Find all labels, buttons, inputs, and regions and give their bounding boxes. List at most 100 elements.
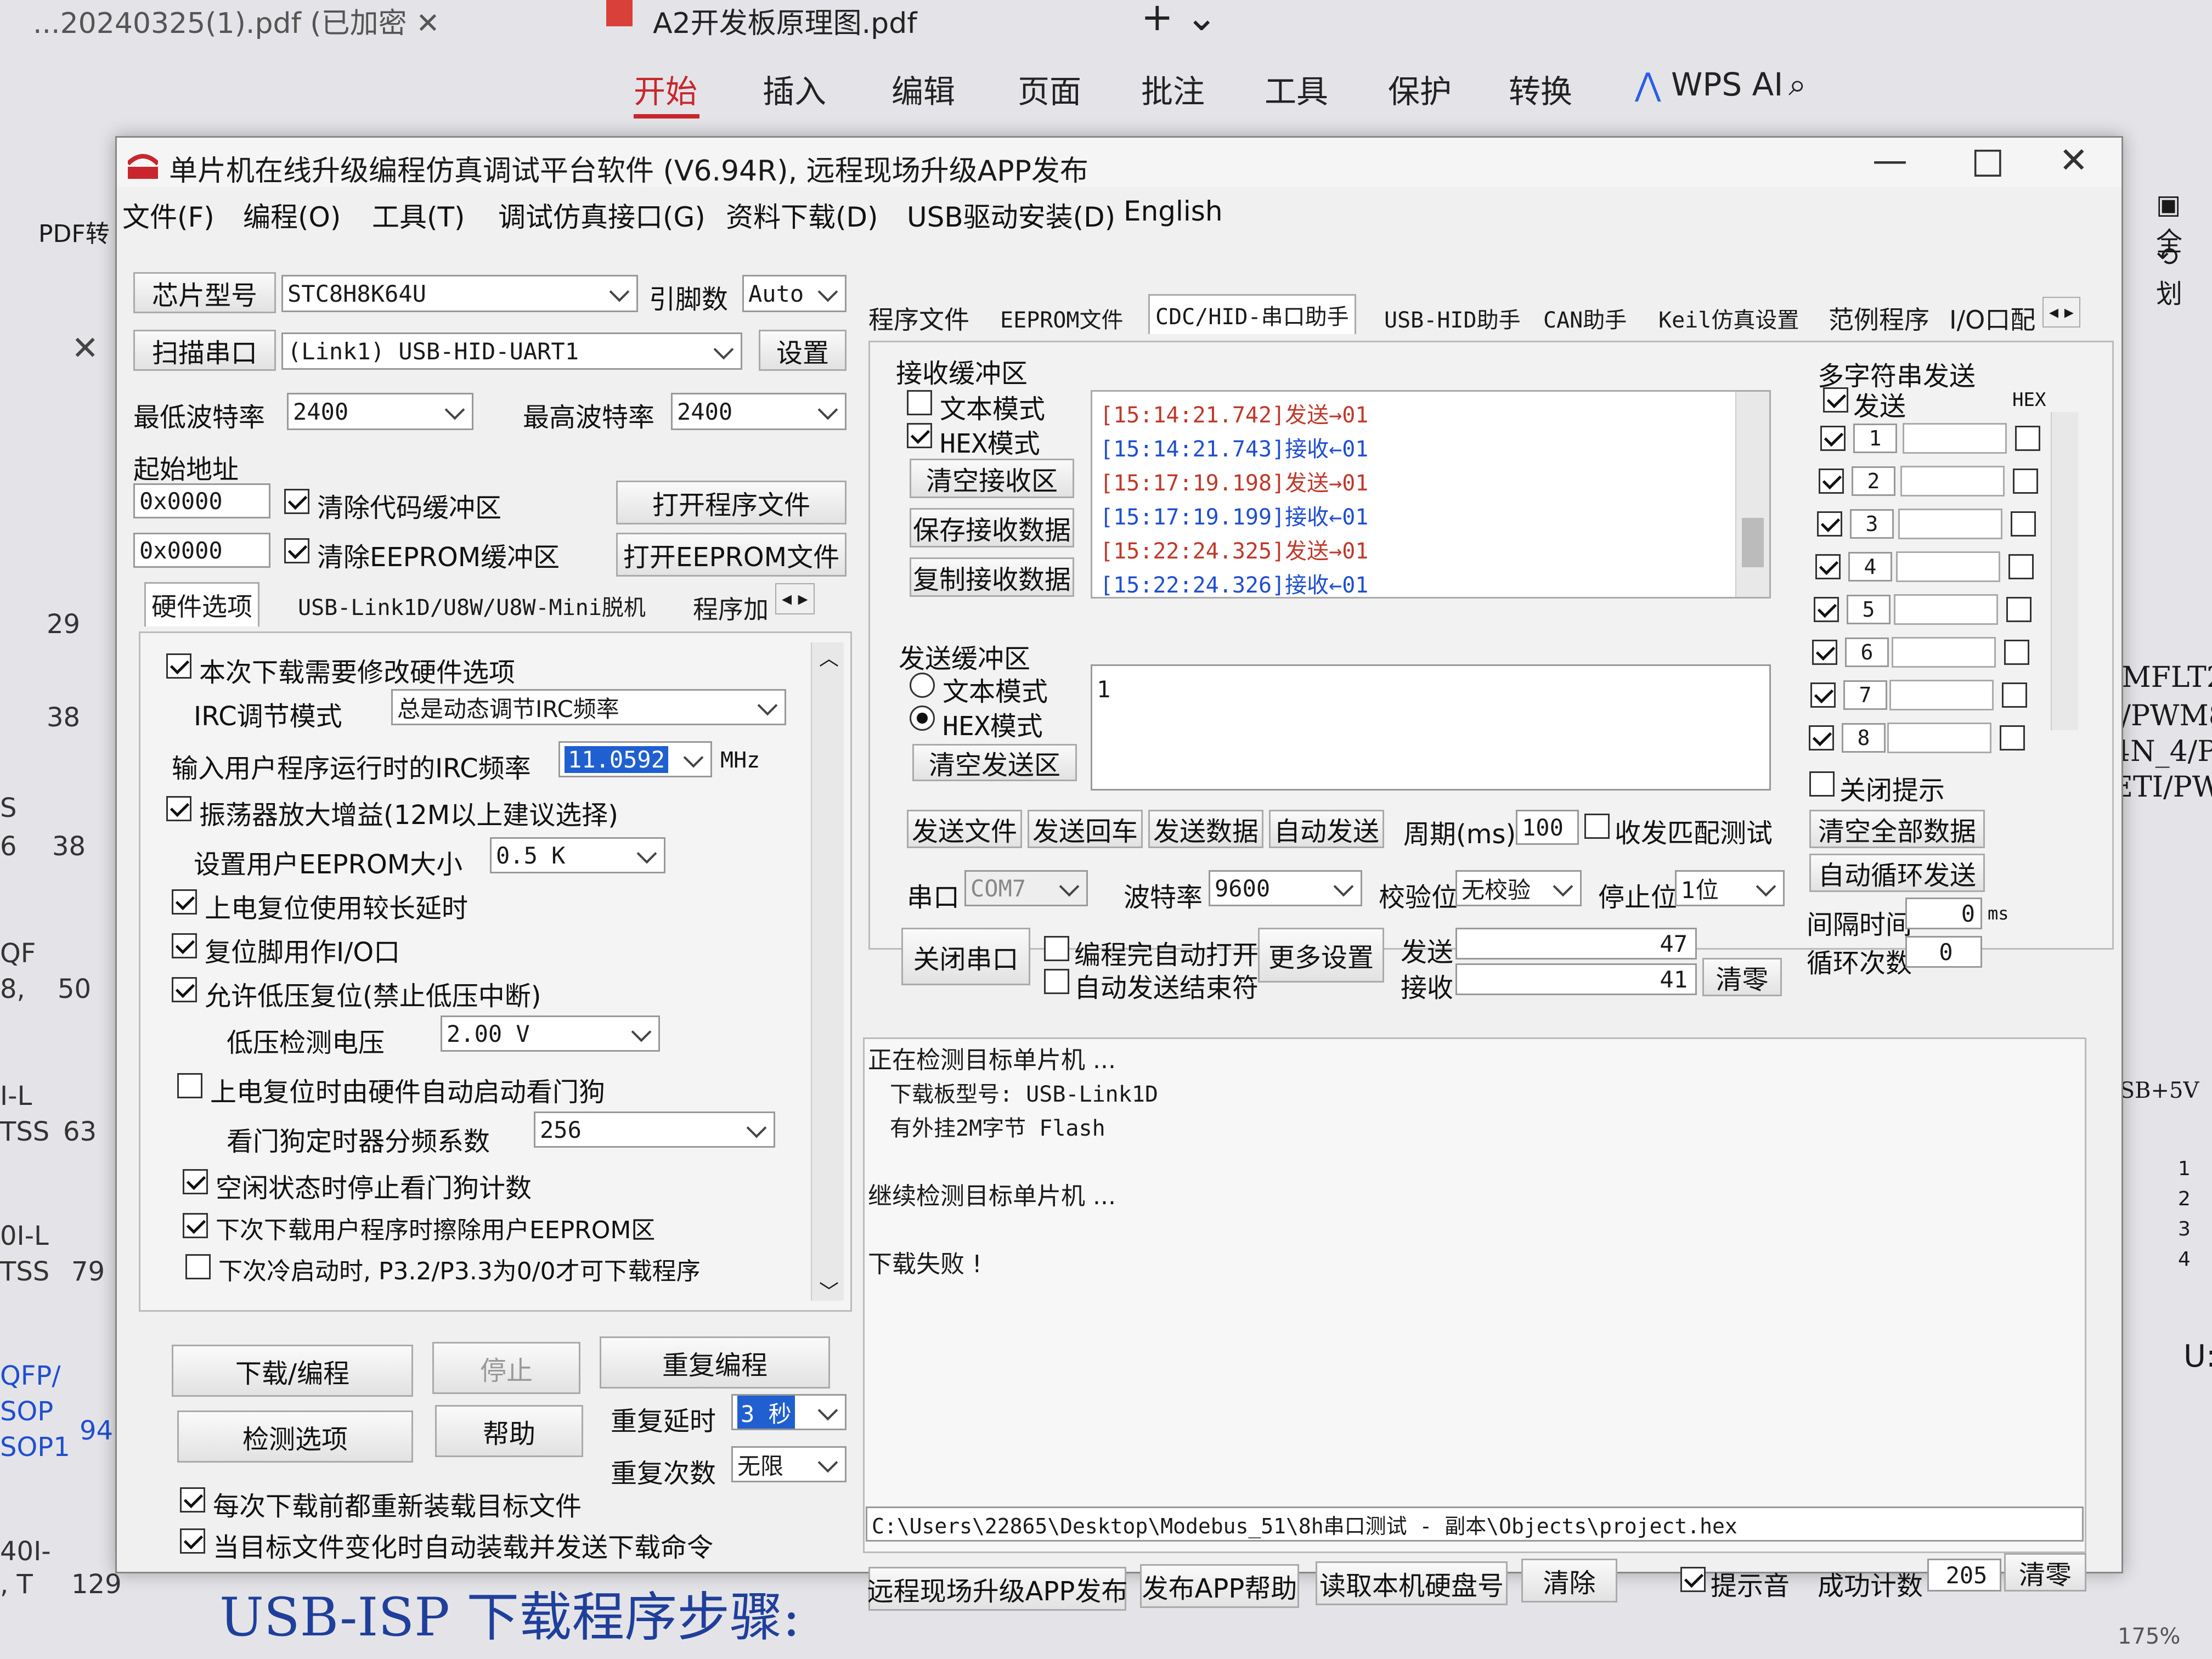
parity-select[interactable]: 无校验 [1455, 870, 1582, 906]
port-select-serial[interactable]: COM7 [964, 870, 1088, 906]
pdf-convert-label[interactable]: PDF转 [38, 214, 110, 249]
p32-checkbox[interactable] [185, 1254, 211, 1279]
multi-row-checkbox[interactable] [1819, 469, 1844, 494]
tab-usb-hid[interactable]: USB-HID助手 [1379, 299, 1526, 337]
multi-row-input[interactable] [1900, 466, 2005, 496]
long-delay-checkbox[interactable] [172, 889, 197, 915]
multi-row-send-button[interactable]: 2 [1852, 466, 1895, 496]
tab-examples[interactable]: 范例程序 [1823, 297, 1935, 340]
more-settings-button[interactable]: 更多设置 [1258, 928, 1384, 983]
multi-scrollbar[interactable] [2051, 412, 2078, 730]
erase-eeprom-checkbox[interactable] [183, 1213, 208, 1238]
ribbon-tools[interactable]: 工具 [1265, 66, 1328, 112]
repeat-delay-select[interactable]: 3 秒 [731, 1394, 847, 1430]
auto-loop-button[interactable]: 自动循环发送 [1809, 854, 1985, 892]
multi-row-input[interactable] [1887, 723, 1991, 753]
side-link[interactable]: SOP [0, 1396, 53, 1427]
multi-row-checkbox[interactable] [1812, 640, 1837, 665]
clear-count-button[interactable]: 清零 [1702, 958, 1782, 996]
ribbon-convert[interactable]: 转换 [1509, 66, 1572, 112]
multi-row-hex-checkbox[interactable] [2011, 511, 2036, 537]
multi-row-send-button[interactable]: 4 [1848, 552, 1892, 582]
idle-wdt-checkbox[interactable] [183, 1169, 208, 1194]
menu-file[interactable]: 文件(F) [122, 195, 215, 235]
ribbon-edit[interactable]: 编辑 [891, 66, 955, 112]
ribbon-protect[interactable]: 保护 [1388, 66, 1452, 112]
tab-eeprom-file[interactable]: EEPROM文件 [995, 299, 1129, 337]
reset-io-checkbox[interactable] [172, 933, 197, 958]
ribbon-start[interactable]: 开始 [634, 66, 697, 112]
multi-row-input[interactable] [1898, 509, 2002, 539]
settings-button[interactable]: 设置 [759, 330, 847, 371]
period-field[interactable]: 100 [1516, 810, 1579, 845]
multi-row-send-button[interactable]: 3 [1850, 509, 1894, 539]
beep-checkbox[interactable] [1680, 1567, 1706, 1592]
send-text-mode-radio[interactable] [910, 673, 935, 698]
multi-row-input[interactable] [1894, 594, 1998, 625]
multi-row-hex-checkbox[interactable] [2006, 597, 2032, 622]
multi-row-input[interactable] [1896, 551, 2000, 582]
menu-downloads[interactable]: 资料下载(D) [726, 195, 878, 235]
multi-row-send-button[interactable]: 1 [1853, 424, 1897, 453]
chip-type-select[interactable]: STC8H8K64U [281, 275, 638, 312]
wdt-div-select[interactable]: 256 [534, 1111, 775, 1148]
right-tool-2[interactable]: ⟲ 划 [2156, 241, 2212, 311]
send-input[interactable]: 1 [1091, 664, 1771, 791]
recv-log[interactable]: [15:14:21.742]发送→01 [15:14:21.743]接收←01 … [1091, 390, 1771, 599]
tab-program-add[interactable]: 程序加 [687, 586, 774, 629]
lv-reset-checkbox[interactable] [172, 977, 197, 1002]
clear-eeprom-checkbox[interactable] [284, 538, 309, 563]
tab-usb-link[interactable]: USB-Link1D/U8W/U8W-Mini脱机 [292, 586, 651, 625]
loop-field[interactable]: 0 [1905, 936, 1982, 968]
zoom-level[interactable]: 175% [2118, 1624, 2180, 1649]
maximize-icon[interactable]: □ [1971, 140, 2004, 181]
reload-each-checkbox[interactable] [180, 1487, 205, 1513]
auto-end-checkbox[interactable] [1044, 969, 1069, 994]
osc-gain-checkbox[interactable] [166, 796, 191, 821]
close-port-button[interactable]: 关闭串口 [901, 928, 1030, 985]
lv-select[interactable]: 2.00 V [441, 1015, 660, 1052]
recv-text-mode-checkbox[interactable] [907, 390, 932, 415]
auto-send-button[interactable]: 自动发送 [1269, 810, 1384, 848]
multi-row-hex-checkbox[interactable] [2013, 469, 2038, 494]
interval-field[interactable]: 0 [1905, 898, 1982, 929]
recv-scrollbar[interactable] [1735, 392, 1769, 597]
multi-send-all-checkbox[interactable] [1823, 387, 1848, 413]
multi-row-input[interactable] [1903, 423, 2007, 454]
read-disk-button[interactable]: 读取本机硬盘号 [1316, 1561, 1508, 1605]
stop-select[interactable]: 1位 [1675, 870, 1785, 906]
tab-hardware[interactable]: 硬件选项 [144, 582, 259, 627]
eeprom-size-select[interactable]: 0.5 K [490, 837, 665, 873]
irc-mode-select[interactable]: 总是动态调节IRC频率 [391, 689, 786, 725]
clear-recv-button[interactable]: 清空接收区 [910, 459, 1074, 498]
ribbon-page[interactable]: 页面 [1018, 66, 1081, 112]
minimize-icon[interactable]: — [1872, 140, 1908, 181]
ribbon-wps-ai[interactable]: ⋀ WPS AI [1635, 66, 1783, 103]
close-icon[interactable]: ✕ [2059, 140, 2089, 181]
hw-scrollbar[interactable] [811, 642, 844, 1301]
port-select[interactable]: (Link1) USB-HID-UART1 [281, 332, 742, 370]
browser-tab-2[interactable]: A2开发板原理图.pdf [653, 0, 917, 40]
tab-io[interactable]: I/O口配 [1944, 297, 2041, 340]
code-addr-field[interactable]: 0x0000 [133, 483, 270, 518]
multi-row-hex-checkbox[interactable] [2004, 640, 2029, 665]
min-baud-select[interactable]: 2400 [287, 393, 473, 430]
multi-row-send-button[interactable]: 8 [1842, 723, 1886, 753]
menu-program[interactable]: 编程(O) [243, 195, 341, 235]
download-button[interactable]: 下载/编程 [172, 1345, 413, 1397]
ribbon-annotate[interactable]: 批注 [1141, 66, 1205, 112]
multi-row-checkbox[interactable] [1809, 725, 1834, 751]
menu-english[interactable]: English [1124, 195, 1223, 227]
publish-help-button[interactable]: 发布APP帮助 [1140, 1564, 1299, 1608]
remote-upgrade-button[interactable]: 远程现场升级APP发布 [867, 1567, 1127, 1611]
send-hex-mode-radio[interactable] [910, 706, 935, 731]
tab-can[interactable]: CAN助手 [1538, 299, 1632, 337]
wdt-auto-checkbox[interactable] [177, 1073, 202, 1098]
tab-scroll-arrows[interactable]: ◂ ▸ [775, 583, 815, 614]
check-options-button[interactable]: 检测选项 [177, 1410, 413, 1463]
scan-port-button[interactable]: 扫描串口 [133, 330, 276, 371]
max-baud-select[interactable]: 2400 [671, 393, 847, 430]
multi-row-checkbox[interactable] [1817, 511, 1842, 537]
close-panel-icon[interactable]: ✕ [71, 329, 99, 368]
tab-serial-helper[interactable]: CDC/HID-串口助手 [1148, 294, 1356, 334]
